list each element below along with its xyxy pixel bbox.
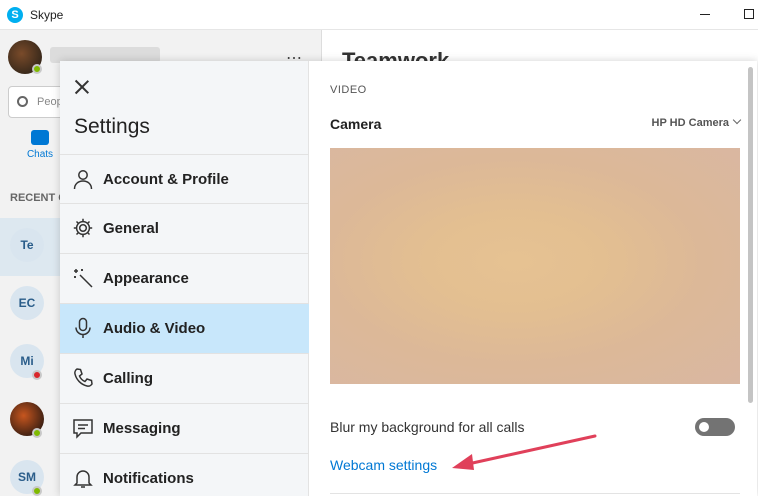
window-title-bar: S Skype: [0, 0, 758, 30]
camera-select[interactable]: HP HD Camera: [651, 115, 742, 129]
nav-label: Audio & Video: [103, 320, 206, 337]
message-icon: [73, 419, 93, 439]
chevron-down-icon: [732, 115, 742, 125]
nav-item-account-profile[interactable]: Account & Profile: [60, 154, 309, 204]
settings-nav: Settings Account & Profile General Appea…: [60, 61, 309, 496]
tab-chats[interactable]: Chats: [22, 130, 58, 160]
nav-label: Notifications: [103, 470, 194, 487]
nav-label: Account & Profile: [103, 171, 229, 188]
presence-busy-icon: [32, 370, 42, 380]
blur-background-label: Blur my background for all calls: [330, 419, 525, 435]
chat-row[interactable]: [0, 392, 60, 450]
nav-item-general[interactable]: General: [60, 204, 309, 254]
camera-preview: [330, 148, 740, 384]
microphone-icon: [75, 317, 91, 338]
nav-label: Messaging: [103, 420, 181, 437]
scrollbar[interactable]: [748, 67, 753, 403]
divider: [330, 493, 740, 494]
skype-logo-icon: S: [7, 7, 23, 23]
avatar: EC: [10, 286, 44, 320]
chat-row[interactable]: EC: [0, 276, 60, 334]
presence-online-icon: [32, 486, 42, 496]
nav-label: Calling: [103, 370, 154, 387]
presence-online-icon: [32, 428, 42, 438]
nav-label: Appearance: [103, 270, 189, 287]
nav-item-appearance[interactable]: Appearance: [60, 254, 309, 304]
avatar: Te: [10, 228, 44, 262]
nav-item-calling[interactable]: Calling: [60, 354, 309, 404]
nav-item-notifications[interactable]: Notifications: [60, 454, 309, 496]
presence-online-icon: [32, 64, 42, 74]
webcam-settings-link[interactable]: Webcam settings: [330, 457, 437, 473]
chat-bubble-icon: [31, 130, 49, 145]
nav-item-audio-video[interactable]: Audio & Video: [60, 304, 309, 354]
settings-title: Settings: [74, 115, 150, 138]
nav-label: General: [103, 220, 159, 237]
chat-row[interactable]: SM: [0, 450, 60, 496]
bell-icon: [73, 470, 93, 488]
maximize-button[interactable]: [744, 9, 754, 19]
chat-row[interactable]: Te: [0, 218, 60, 276]
minimize-button[interactable]: [700, 14, 710, 15]
section-heading-video: VIDEO: [330, 84, 367, 96]
person-icon: [73, 170, 93, 190]
window-title: Skype: [30, 8, 64, 22]
camera-label: Camera: [330, 116, 382, 132]
settings-nav-list: Account & Profile General Appearance Aud…: [60, 154, 309, 496]
close-icon[interactable]: [72, 77, 92, 97]
settings-dialog: Settings Account & Profile General Appea…: [60, 61, 757, 496]
camera-select-value: HP HD Camera: [651, 117, 729, 129]
gear-icon: [73, 218, 93, 238]
people-search-input[interactable]: Peop: [8, 86, 68, 118]
nav-item-messaging[interactable]: Messaging: [60, 404, 309, 454]
magic-wand-icon: [74, 269, 93, 288]
settings-content: VIDEO Camera HP HD Camera Blur my backgr…: [309, 61, 757, 496]
recent-chats-header: RECENT C: [10, 192, 67, 204]
blur-background-toggle[interactable]: [695, 418, 735, 436]
toggle-knob: [699, 422, 709, 432]
phone-icon: [74, 368, 93, 387]
chat-row[interactable]: Mi: [0, 334, 60, 392]
search-icon: [17, 96, 28, 107]
